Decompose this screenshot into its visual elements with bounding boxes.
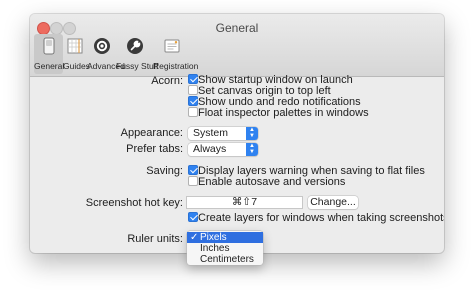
advanced-gear-icon — [93, 38, 110, 54]
tab-general[interactable]: General — [34, 34, 65, 74]
appearance-popup[interactable]: System ▲ ▼ — [188, 127, 258, 140]
tab-guides[interactable]: Guides — [63, 34, 90, 74]
chevron-updown-icon: ▲ ▼ — [246, 143, 258, 156]
tab-registration[interactable]: Registration — [153, 34, 199, 74]
checkmark-icon: ✓ — [190, 232, 199, 243]
undo-notifications-checkbox[interactable] — [188, 96, 198, 106]
startup-window-checkbox[interactable] — [188, 74, 198, 84]
float-palettes-label: Float inspector palettes in windows — [198, 107, 369, 119]
ruler-units-menu[interactable]: ✓ Pixels Inches Centimeters — [187, 231, 263, 265]
tab-label: Guides — [63, 61, 90, 71]
ruler-units-label: Ruler units: — [127, 233, 183, 245]
prefer-tabs-value: Always — [193, 143, 227, 155]
screenshot-layers-checkbox[interactable] — [188, 212, 198, 222]
layers-warning-checkbox[interactable] — [188, 165, 198, 175]
menu-item-label: Pixels — [200, 232, 227, 243]
chevron-updown-icon: ▲ ▼ — [246, 127, 258, 140]
screenshot-layers-label: Create layers for windows when taking sc… — [198, 212, 444, 224]
autosave-checkbox[interactable] — [188, 176, 198, 186]
appearance-label: Appearance: — [120, 127, 183, 139]
window-title: General — [215, 21, 259, 35]
menu-item-label: Inches — [200, 243, 230, 254]
float-palettes-checkbox[interactable] — [188, 107, 198, 117]
menu-item-inches[interactable]: Inches — [187, 243, 263, 254]
screenshot-hotkey-label: Screenshot hot key: — [85, 197, 183, 209]
prefer-tabs-label: Prefer tabs: — [126, 143, 183, 155]
tab-label: Advanced — [87, 61, 125, 71]
prefer-tabs-popup[interactable]: Always ▲ ▼ — [188, 143, 258, 156]
change-hotkey-button[interactable]: Change... — [308, 196, 358, 209]
tab-advanced[interactable]: Advanced — [87, 34, 125, 74]
guides-grid-icon — [67, 38, 83, 54]
tab-label: General — [34, 61, 65, 71]
menu-item-label: Centimeters — [200, 254, 254, 265]
fussy-wrench-icon — [126, 38, 143, 54]
hotkey-field[interactable]: ⌘⇧7 — [186, 196, 303, 209]
acorn-label: Acorn: — [151, 75, 183, 87]
saving-label: Saving: — [146, 165, 183, 177]
tab-label: Registration — [153, 61, 199, 71]
autosave-label: Enable autosave and versions — [198, 176, 346, 188]
registration-card-icon — [164, 39, 180, 53]
general-switch-icon — [43, 37, 54, 55]
tab-fussy-stuff[interactable]: Fussy Stuff — [116, 34, 159, 74]
menu-item-centimeters[interactable]: Centimeters — [187, 254, 263, 265]
title-bar: General General Guides Advanced Fussy St… — [30, 14, 444, 77]
appearance-value: System — [193, 127, 229, 139]
preferences-window: General General Guides Advanced Fussy St… — [30, 14, 444, 253]
tab-label: Fussy Stuff — [116, 61, 159, 71]
canvas-origin-checkbox[interactable] — [188, 85, 198, 95]
menu-item-pixels[interactable]: ✓ Pixels — [187, 232, 263, 243]
